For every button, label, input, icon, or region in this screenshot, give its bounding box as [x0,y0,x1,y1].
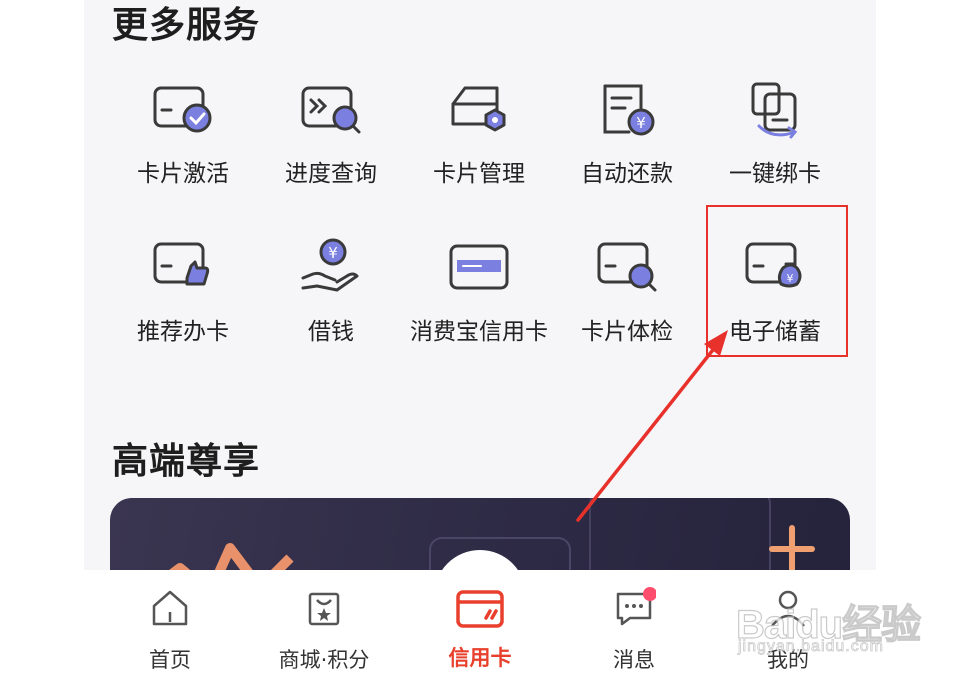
service-label: 进度查询 [285,161,377,187]
service-auto-repay[interactable]: ¥ 自动还款 [553,74,701,214]
service-bind-card[interactable]: 一键绑卡 [701,74,849,214]
tab-shop-points[interactable]: 商城·积分 [254,580,394,680]
tab-credit-card[interactable]: 信用卡 [410,580,550,680]
service-e-savings[interactable]: ¥ 电子储蓄 [701,232,849,372]
tab-label: 消息 [613,648,655,672]
tab-profile[interactable]: 我的 [718,580,858,680]
section-title-premium: 高端尊享 [112,441,261,482]
phone-screen: 更多服务 卡片激活 进度查询 卡片管理 ¥ 自动还款 一键绑卡 推荐办卡 ¥ 借… [84,0,876,680]
service-label: 自动还款 [581,161,673,187]
borrow-money-icon: ¥ [295,232,367,304]
tab-home[interactable]: 首页 [100,580,240,680]
tab-label: 首页 [149,648,191,672]
tab-messages[interactable]: 消息 [564,580,704,680]
message-icon [612,586,656,630]
auto-repay-icon: ¥ [591,74,663,146]
service-card-checkup[interactable]: 卡片体检 [553,232,701,372]
service-label: 借钱 [308,319,354,345]
profile-icon [766,586,810,630]
e-savings-icon: ¥ [739,232,811,304]
service-label: 消费宝信用卡 [410,319,548,345]
service-label: 一键绑卡 [729,161,821,187]
card-activate-icon [147,74,219,146]
notification-badge [643,587,656,601]
card-checkup-icon [591,232,663,304]
service-label: 卡片管理 [433,161,525,187]
service-label: 推荐办卡 [137,319,229,345]
home-icon [148,586,192,630]
section-title-more-services: 更多服务 [112,5,261,46]
tab-label: 我的 [767,648,809,672]
bind-card-icon [739,74,811,146]
service-card-manage[interactable]: 卡片管理 [405,74,553,214]
svg-text:¥: ¥ [636,114,646,132]
services-grid: 卡片激活 进度查询 卡片管理 ¥ 自动还款 一键绑卡 推荐办卡 ¥ 借钱 消费宝… [84,64,876,364]
service-credit-card[interactable]: 消费宝信用卡 [405,232,553,372]
credit-card-tab-icon [450,580,510,640]
service-borrow-money[interactable]: ¥ 借钱 [257,232,405,372]
tab-label: 商城·积分 [278,648,370,672]
service-label: 卡片体检 [581,319,673,345]
svg-text:¥: ¥ [787,272,794,285]
recommend-card-icon [147,232,219,304]
service-recommend-card[interactable]: 推荐办卡 [109,232,257,372]
card-manage-icon [443,74,515,146]
svg-text:¥: ¥ [328,244,338,262]
progress-search-icon [295,74,367,146]
service-label: 卡片激活 [137,161,229,187]
service-progress-query[interactable]: 进度查询 [257,74,405,214]
service-label: 电子储蓄 [729,319,821,345]
service-card-activate[interactable]: 卡片激活 [109,74,257,214]
tab-label: 信用卡 [448,646,512,670]
shopping-bag-icon [302,586,346,630]
credit-card-icon [443,232,515,304]
